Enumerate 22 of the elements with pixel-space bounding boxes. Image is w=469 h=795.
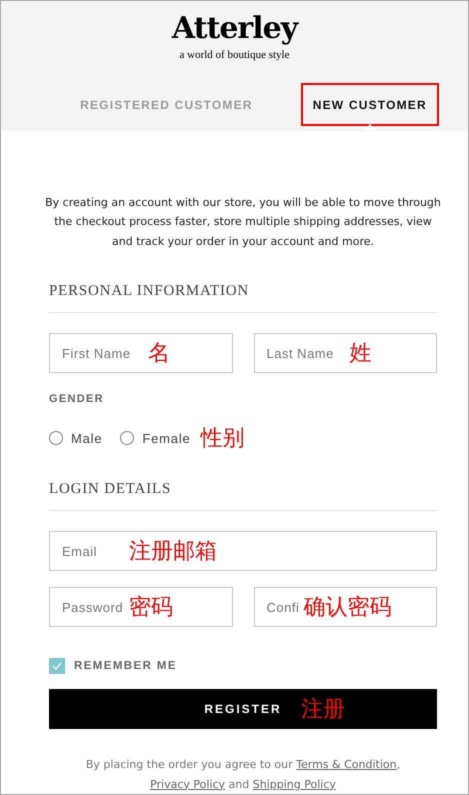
legal-text: By placing the order you agree to our Terms & Condition, Privacy Policy and Shipping Policy bbox=[84, 757, 402, 792]
radio-option[interactable]: Male bbox=[49, 430, 102, 446]
section-heading: PERSONAL INFORMATION bbox=[49, 283, 437, 313]
gender-label: GENDER bbox=[49, 393, 105, 405]
annotation-text: 名 bbox=[148, 340, 170, 368]
annotation-text: 确认密码 bbox=[304, 594, 392, 622]
annotation-text: 性别 bbox=[200, 425, 245, 453]
brand-tagline: a world of boutique style bbox=[180, 49, 290, 61]
annotation-text: 姓 bbox=[350, 340, 372, 368]
section-heading: LOGIN DETAILS bbox=[49, 481, 437, 511]
policy-link[interactable]: Shipping Policy bbox=[252, 778, 336, 790]
brand-logo: Atterley bbox=[172, 10, 298, 48]
check-icon bbox=[52, 662, 62, 670]
radio-option[interactable]: Female bbox=[120, 430, 191, 446]
checkbox-label: REMEMBER ME bbox=[74, 660, 177, 672]
policy-link[interactable]: Terms & Condition bbox=[296, 758, 397, 771]
annotation-text: 注册邮箱 bbox=[129, 538, 217, 566]
checkbox[interactable] bbox=[49, 658, 65, 674]
annotation-text: 密码 bbox=[129, 594, 173, 622]
policy-link[interactable]: Privacy Policy bbox=[150, 778, 226, 790]
intro-text: By creating an account with our store, you will be able to move through the checkout process faster, store multiple shipping addresses, view and track your order in your account and more. bbox=[44, 194, 442, 250]
annotation-text: 注册 bbox=[301, 696, 345, 724]
